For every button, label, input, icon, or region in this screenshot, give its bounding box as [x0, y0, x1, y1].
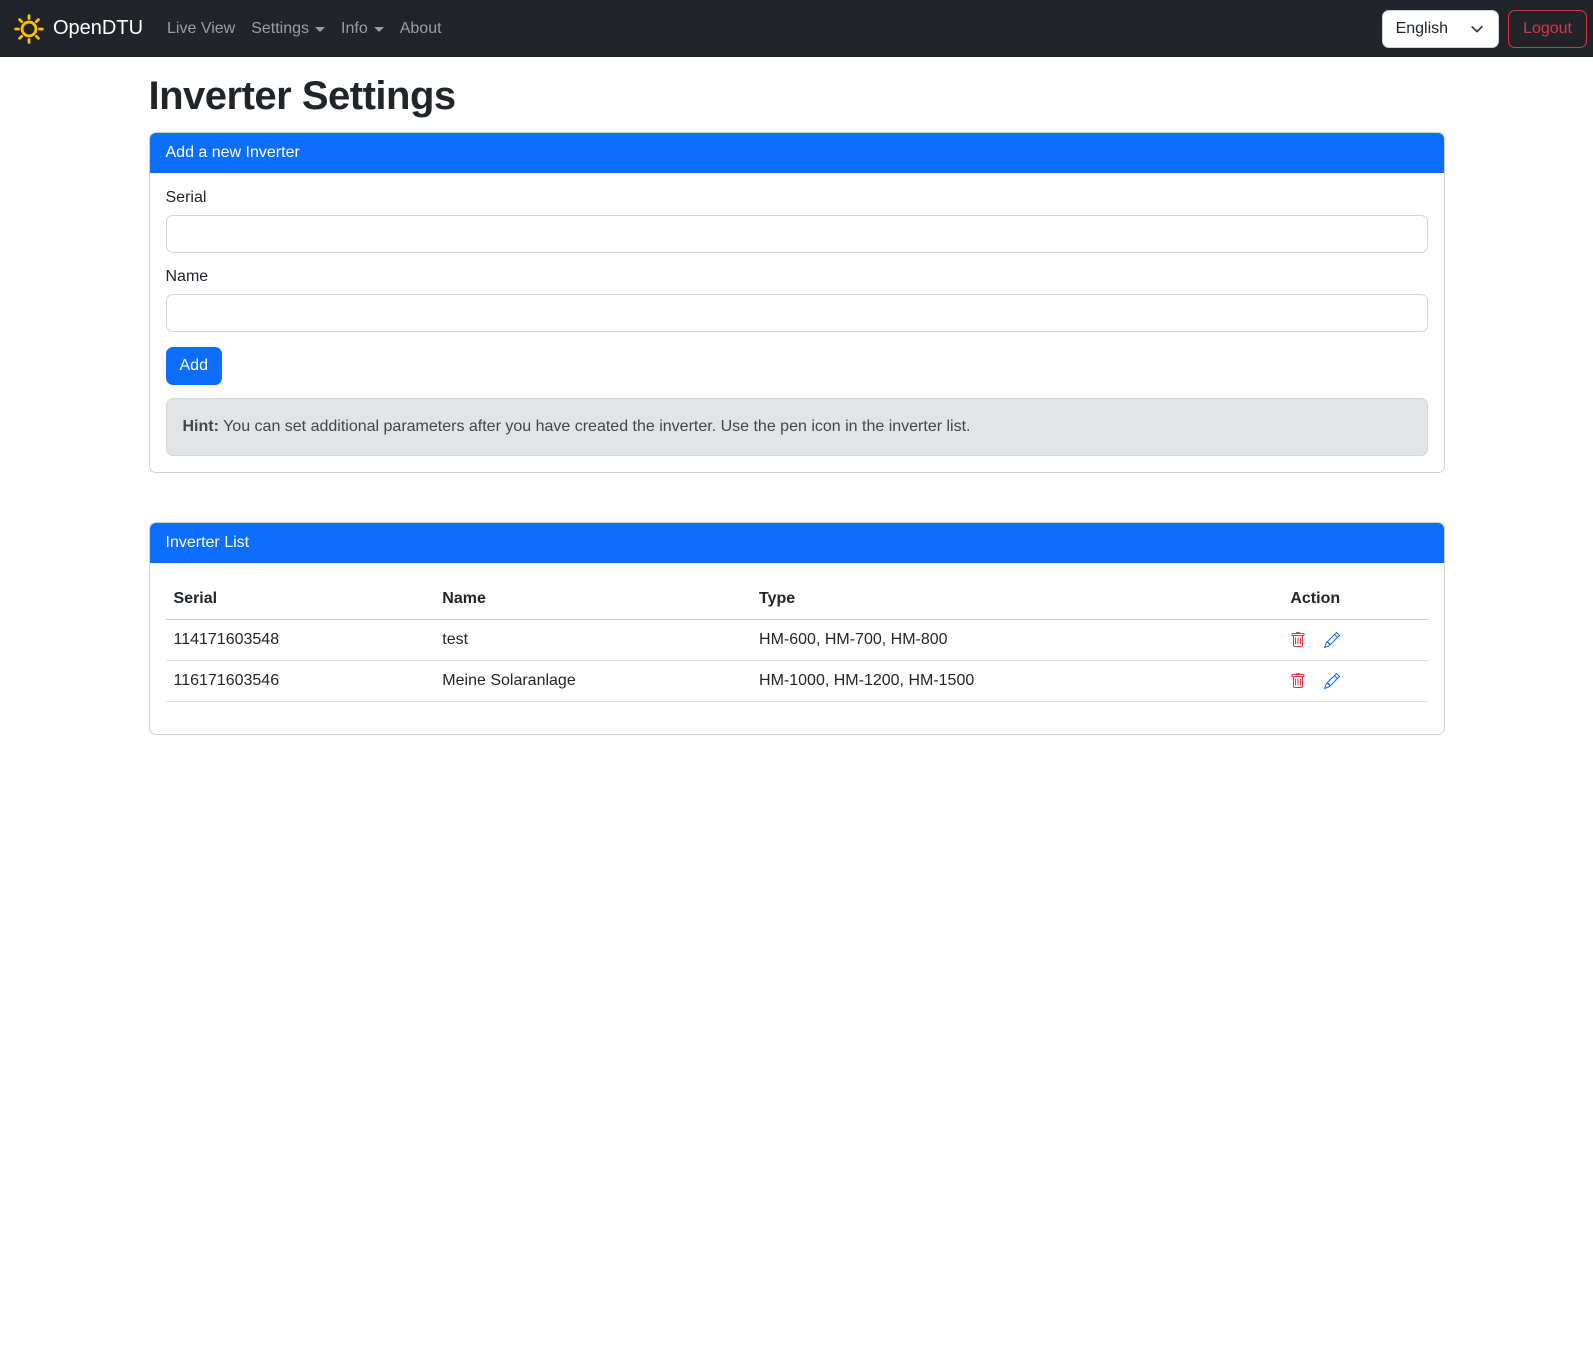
table-row: 114171603548 test HM-600, HM-700, HM-800: [166, 620, 1428, 661]
column-header-name: Name: [434, 579, 751, 620]
main-content: Inverter Settings Add a new Inverter Ser…: [137, 74, 1457, 735]
column-header-action: Action: [1282, 579, 1427, 620]
navbar: OpenDTU Live View Settings Info About En…: [0, 0, 1593, 57]
inverter-list-card: Inverter List Serial Name Type Action 11…: [149, 522, 1445, 735]
add-button[interactable]: Add: [166, 347, 222, 385]
edit-inverter-button[interactable]: [1324, 673, 1340, 689]
nav-live-view[interactable]: Live View: [159, 12, 243, 46]
cell-type: HM-1000, HM-1200, HM-1500: [751, 661, 1282, 702]
hint-label: Hint:: [183, 418, 219, 435]
hint-alert: Hint: You can set additional parameters …: [166, 398, 1428, 456]
list-card-body: Serial Name Type Action 114171603548 tes…: [150, 563, 1444, 734]
pencil-icon: [1324, 632, 1340, 648]
cell-action: [1282, 620, 1427, 661]
trash-icon: [1290, 673, 1306, 689]
list-card-header: Inverter List: [150, 523, 1444, 563]
serial-label: Serial: [166, 189, 1428, 207]
delete-inverter-button[interactable]: [1290, 673, 1306, 689]
cell-name: test: [434, 620, 751, 661]
cell-type: HM-600, HM-700, HM-800: [751, 620, 1282, 661]
page-title: Inverter Settings: [149, 74, 1445, 119]
brand-link[interactable]: OpenDTU: [14, 14, 143, 44]
nav-info[interactable]: Info: [333, 12, 392, 46]
navbar-right: English Logout: [1382, 10, 1587, 48]
add-card-body: Serial Name Add Hint: You can set additi…: [150, 173, 1444, 472]
chevron-down-icon: [315, 27, 325, 32]
hint-text: You can set additional parameters after …: [223, 418, 970, 435]
sun-icon: [14, 14, 44, 44]
name-input[interactable]: [166, 294, 1428, 332]
name-label: Name: [166, 268, 1428, 286]
cell-serial: 116171603546: [166, 661, 435, 702]
nav-settings-label: Settings: [251, 20, 309, 38]
serial-input[interactable]: [166, 215, 1428, 253]
add-card-header: Add a new Inverter: [150, 133, 1444, 173]
delete-inverter-button[interactable]: [1290, 632, 1306, 648]
inverter-table: Serial Name Type Action 114171603548 tes…: [166, 579, 1428, 702]
logout-button[interactable]: Logout: [1508, 10, 1587, 48]
chevron-down-icon: [374, 27, 384, 32]
column-header-type: Type: [751, 579, 1282, 620]
nav-info-label: Info: [341, 20, 368, 38]
language-select-value: English: [1396, 20, 1448, 38]
language-select[interactable]: English: [1382, 10, 1499, 48]
cell-action: [1282, 661, 1427, 702]
pencil-icon: [1324, 673, 1340, 689]
edit-inverter-button[interactable]: [1324, 632, 1340, 648]
table-row: 116171603546 Meine Solaranlage HM-1000, …: [166, 661, 1428, 702]
table-header-row: Serial Name Type Action: [166, 579, 1428, 620]
brand-label: OpenDTU: [53, 17, 143, 40]
column-header-serial: Serial: [166, 579, 435, 620]
nav-about[interactable]: About: [392, 12, 450, 46]
nav-about-label: About: [400, 20, 442, 38]
cell-serial: 114171603548: [166, 620, 435, 661]
nav-live-view-label: Live View: [167, 20, 235, 38]
nav-links: Live View Settings Info About: [159, 12, 450, 46]
cell-name: Meine Solaranlage: [434, 661, 751, 702]
add-inverter-card: Add a new Inverter Serial Name Add Hint:…: [149, 132, 1445, 473]
nav-settings[interactable]: Settings: [243, 12, 333, 46]
chevron-down-icon: [1470, 22, 1484, 36]
trash-icon: [1290, 632, 1306, 648]
